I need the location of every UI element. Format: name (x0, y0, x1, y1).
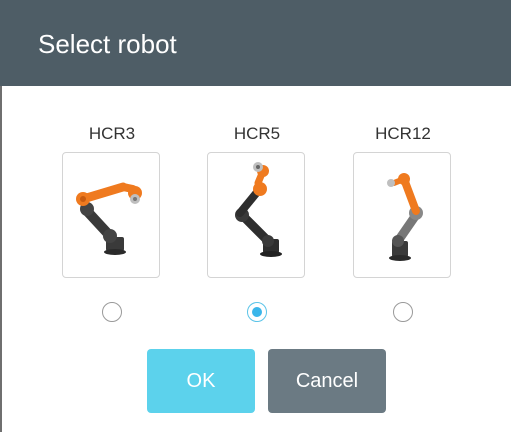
robot-arm-hcr5-icon (235, 162, 282, 257)
robot-arm-hcr12-icon (387, 173, 423, 261)
ok-button[interactable]: OK (147, 349, 255, 413)
dialog-left-border (0, 86, 2, 432)
radio-dot (252, 307, 262, 317)
robot-card-hcr3[interactable] (62, 152, 160, 278)
robot-radio-hcr5[interactable] (247, 302, 267, 322)
robot-label-hcr5: HCR5 (233, 124, 281, 143)
robot-card-hcr12[interactable] (353, 152, 451, 278)
robot-label-hcr12: HCR12 (375, 124, 431, 143)
cancel-button[interactable]: Cancel (268, 349, 386, 413)
robot-radio-hcr3[interactable] (102, 302, 122, 322)
robot-label-hcr3: HCR3 (88, 124, 136, 143)
dialog-title: Select robot (38, 29, 177, 59)
robot-card-hcr5[interactable] (207, 152, 305, 278)
robot-arm-hcr3-icon (76, 182, 142, 255)
dialog-header: Select robot (0, 0, 511, 86)
robot-radio-hcr12[interactable] (393, 302, 413, 322)
select-robot-dialog: Select robot HCR3 HCR5 HCR12 OK Cancel (0, 0, 511, 432)
